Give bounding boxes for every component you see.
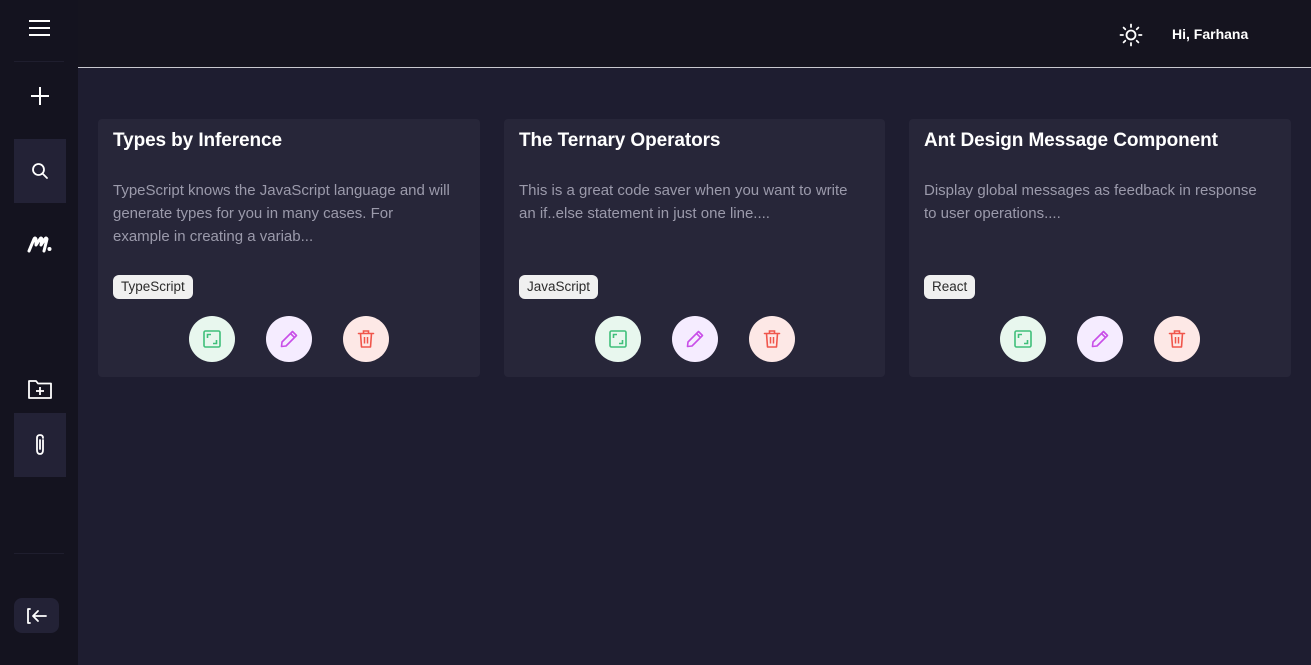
view-button[interactable] <box>594 316 641 362</box>
trash-icon <box>357 330 375 348</box>
attachment-button[interactable] <box>14 413 66 477</box>
card-title: Ant Design Message Component <box>924 130 1218 151</box>
card-actions <box>504 316 885 362</box>
logout-button[interactable] <box>14 598 59 633</box>
note-card[interactable]: Types by Inference TypeScript knows the … <box>98 119 480 377</box>
delete-button[interactable] <box>343 316 389 362</box>
plus-icon <box>31 87 49 105</box>
card-tag[interactable]: JavaScript <box>519 275 599 299</box>
expand-icon <box>1014 330 1032 348</box>
logo-icon <box>27 236 52 253</box>
sidebar <box>0 0 78 665</box>
menu-icon <box>29 20 50 36</box>
add-folder-button[interactable] <box>14 357 66 421</box>
pencil-icon <box>1091 330 1109 348</box>
card-actions <box>909 316 1291 362</box>
card-title: Types by Inference <box>113 130 282 151</box>
edit-button[interactable] <box>1077 316 1123 362</box>
card-actions <box>98 316 480 362</box>
view-button[interactable] <box>1000 316 1046 362</box>
note-card[interactable]: Ant Design Message Component Display glo… <box>909 119 1291 377</box>
trash-icon <box>763 330 780 348</box>
logo-button[interactable] <box>14 212 66 276</box>
add-note-button[interactable] <box>14 64 66 128</box>
edit-button[interactable] <box>266 316 312 362</box>
paperclip-icon <box>36 434 44 455</box>
card-tag[interactable]: TypeScript <box>113 275 193 299</box>
search-icon <box>32 163 48 179</box>
sidebar-divider <box>14 553 64 554</box>
card-tag[interactable]: React <box>924 275 976 299</box>
card-title: The Ternary Operators <box>519 130 721 151</box>
user-greeting: Hi, Farhana <box>1172 26 1249 42</box>
top-bar: Hi, Farhana <box>78 0 1311 68</box>
delete-button[interactable] <box>748 316 795 362</box>
card-description: TypeScript knows the JavaScript language… <box>113 182 450 245</box>
pencil-icon <box>686 330 703 348</box>
logout-icon <box>26 607 47 624</box>
expand-icon <box>203 330 221 348</box>
expand-icon <box>608 330 627 348</box>
edit-button[interactable] <box>671 316 718 362</box>
sidebar-divider <box>14 61 64 62</box>
folder-plus-icon <box>28 380 52 399</box>
sun-icon <box>1119 23 1143 47</box>
pencil-icon <box>280 330 298 348</box>
card-description: This is a great code saver when you want… <box>519 182 848 222</box>
trash-icon <box>1168 330 1186 348</box>
card-description: Display global messages as feedback in r… <box>924 182 1257 222</box>
menu-button[interactable] <box>14 0 66 56</box>
search-button[interactable] <box>14 139 66 203</box>
delete-button[interactable] <box>1154 316 1200 362</box>
view-button[interactable] <box>189 316 235 362</box>
note-card[interactable]: The Ternary Operators This is a great co… <box>504 119 885 377</box>
theme-toggle-button[interactable] <box>1118 22 1144 48</box>
